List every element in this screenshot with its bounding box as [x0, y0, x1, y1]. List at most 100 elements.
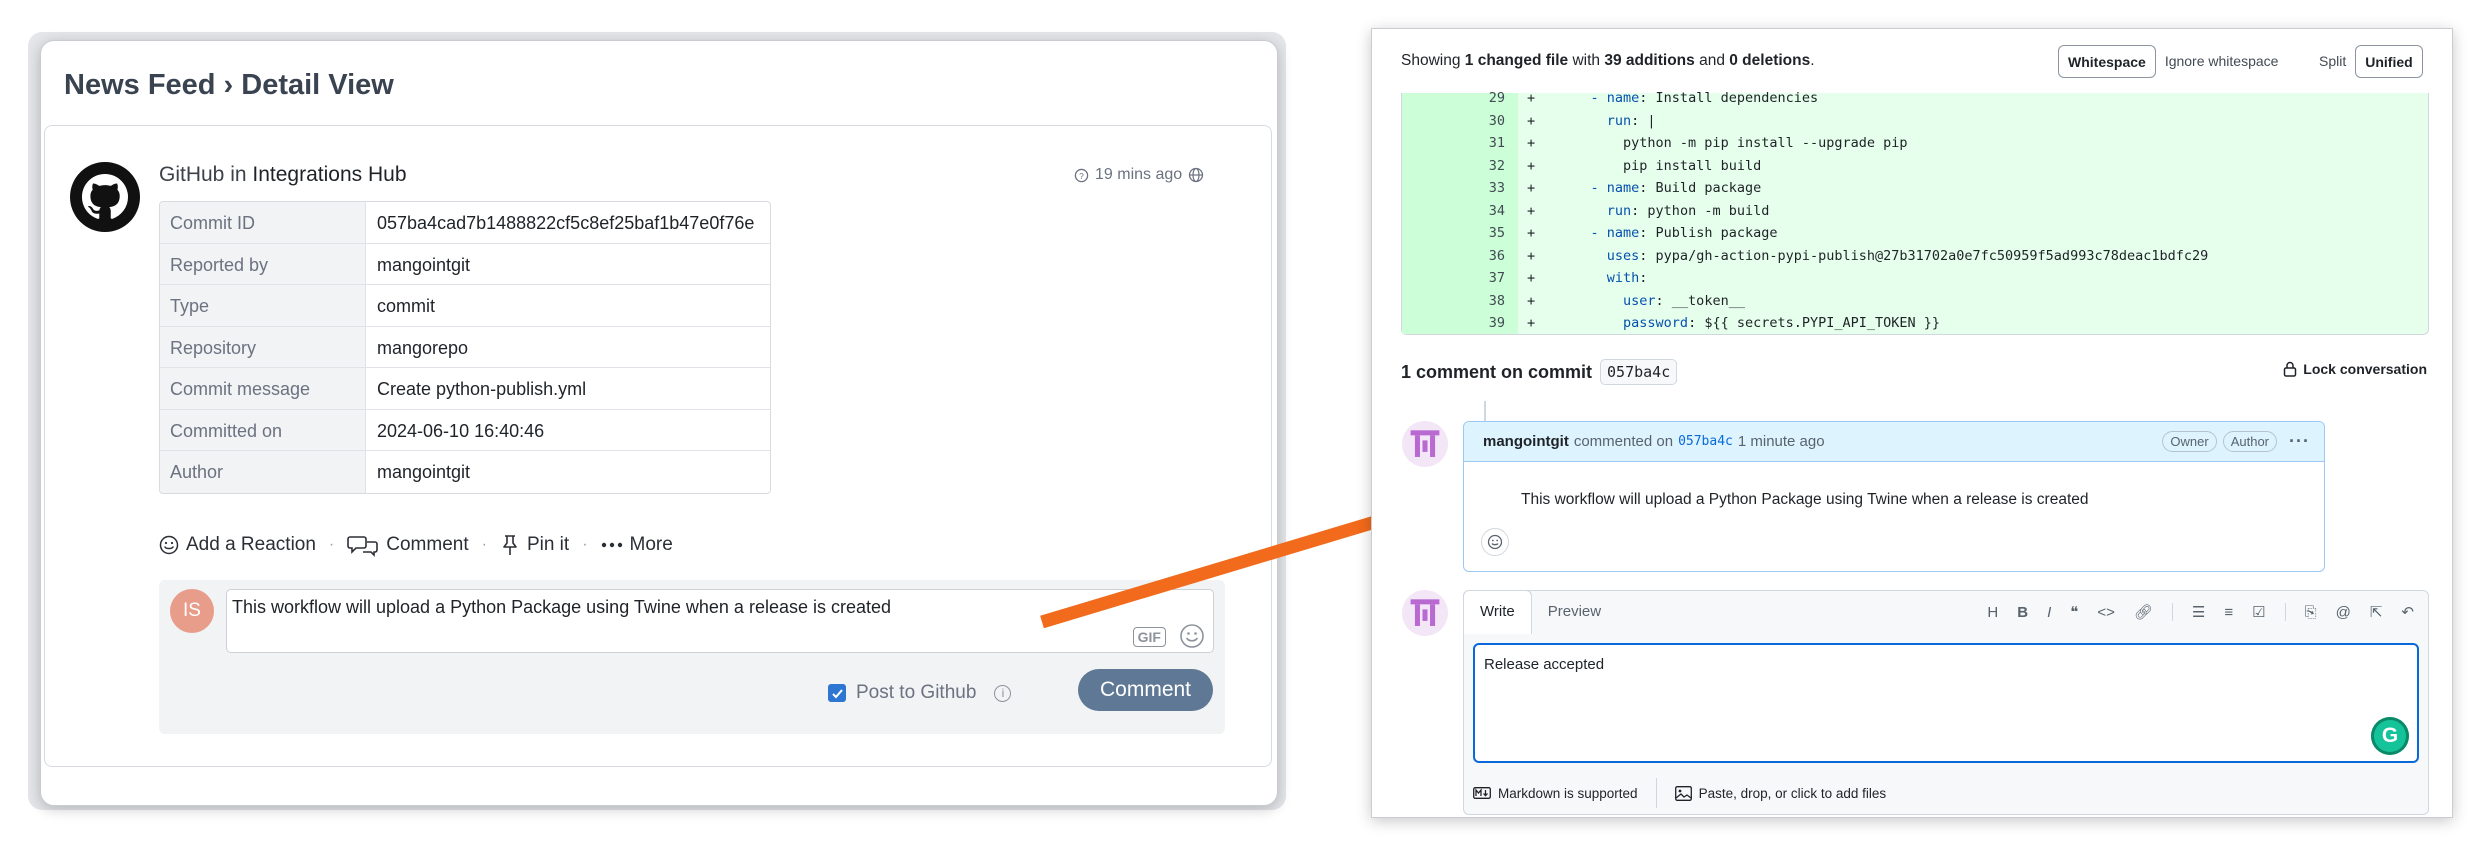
diff-indent: [1558, 180, 1591, 196]
diff-plus-marker: +: [1527, 225, 1536, 242]
composite-screenshot: News Feed › Detail View GitHub in Integr…: [0, 0, 2484, 848]
whitespace-option[interactable]: Whitespace: [2058, 45, 2156, 78]
diff-line: 37 + with:: [1402, 267, 2428, 290]
diff-value: pip install build: [1623, 157, 1762, 174]
owner-badge: Owner: [2162, 431, 2217, 452]
commenter-avatar[interactable]: [1402, 421, 1448, 467]
author-badge: Author: [2222, 431, 2278, 452]
diff-line-number[interactable]: 37: [1402, 270, 1505, 286]
mention-icon[interactable]: @: [2336, 604, 2351, 621]
diff-line: 38 + user: __token__: [1402, 290, 2428, 313]
numbered-list-icon[interactable]: ☰: [2192, 603, 2205, 621]
diff-line: 29 + - name: Install dependencies: [1402, 87, 2428, 110]
summary-text: and: [1694, 52, 1730, 69]
summary-files: 1 changed file: [1464, 52, 1569, 69]
lock-icon: [2284, 361, 2297, 377]
diff-value: : pypa/gh-action-pypi-publish@27b31702a0…: [1639, 247, 2209, 264]
link-icon[interactable]: 🔗︎: [2134, 603, 2153, 621]
toolbar-divider: [2171, 603, 2173, 621]
comment-textarea[interactable]: Release accepted G: [1473, 643, 2419, 763]
kebab-menu-icon[interactable]: ···: [2289, 431, 2310, 452]
footer-divider: [1655, 778, 1657, 808]
bulleted-list-icon[interactable]: ≡: [2224, 604, 2233, 621]
diff-plus-marker: +: [1527, 157, 1536, 174]
diff-plus-marker: +: [1527, 112, 1536, 129]
summary-deletions: 0 deletions: [1729, 52, 1811, 69]
diff-line-number[interactable]: 32: [1402, 158, 1505, 174]
diff-value: : python -m build: [1631, 202, 1770, 219]
comment-sha-link[interactable]: 057ba4c: [1678, 434, 1733, 449]
diff-value: : Build package: [1639, 180, 1762, 197]
diff-keyword: run: [1606, 112, 1632, 129]
add-reaction-icon-button[interactable]: [1481, 528, 1509, 556]
diff-code: run: python -m build: [1532, 202, 1770, 219]
diff-value: :: [1639, 270, 1648, 287]
diff-value: : __token__: [1655, 292, 1745, 309]
diff-line: 35 + - name: Publish package: [1402, 222, 2428, 245]
code-icon[interactable]: <>: [2097, 604, 2115, 621]
summary-additions: 39 additions: [1604, 52, 1695, 69]
commit-sha-chip[interactable]: 057ba4c: [1600, 359, 1678, 385]
diff-line: 34 + run: python -m build: [1402, 200, 2428, 223]
grammarly-icon[interactable]: G: [2371, 717, 2409, 755]
diff-code: password: ${{ secrets.PYPI_API_TOKEN }}: [1532, 315, 1940, 331]
diff-line-number[interactable]: 39: [1402, 315, 1505, 331]
diff-line-number[interactable]: 38: [1402, 293, 1505, 309]
attachment-icon[interactable]: ⎘: [2305, 604, 2317, 621]
image-icon: [1674, 785, 1692, 801]
task-list-icon[interactable]: ☑: [2252, 603, 2265, 621]
italic-icon[interactable]: I: [2047, 604, 2051, 621]
undo-reply-icon[interactable]: ↶: [2401, 603, 2414, 621]
diff-code: run: |: [1532, 113, 1656, 129]
diff-line-number[interactable]: 33: [1402, 180, 1505, 196]
diff-line: 39 + password: ${{ secrets.PYPI_API_TOKEN…: [1402, 312, 2428, 335]
tab-preview[interactable]: Preview: [1532, 591, 1617, 633]
comment-author[interactable]: mangointgit: [1483, 433, 1569, 450]
diff-value: python -m pip install --upgrade pip: [1623, 135, 1908, 152]
diff-value: : ${{ secrets.PYPI_API_TOKEN }}: [1688, 315, 1941, 332]
bold-icon[interactable]: B: [2017, 604, 2028, 621]
diff-plus-marker: +: [1527, 270, 1536, 287]
markdown-icon: [1473, 787, 1491, 799]
attach-files-button[interactable]: Paste, drop, or click to add files: [1674, 785, 1887, 801]
unified-view-option[interactable]: Unified: [2355, 45, 2423, 78]
diff-line-number[interactable]: 34: [1402, 203, 1505, 219]
quote-icon[interactable]: ❝: [2070, 603, 2078, 621]
reference-icon[interactable]: ⇱: [2370, 603, 2383, 621]
editor-footer: Markdown is supported Paste, drop, or cl…: [1473, 778, 1886, 808]
comment-body: This workflow will upload a Python Packa…: [1521, 491, 2089, 508]
diff-line-number[interactable]: 36: [1402, 248, 1505, 264]
diff-line-number[interactable]: 31: [1402, 135, 1505, 151]
comment-textarea-value: Release accepted: [1484, 656, 1605, 673]
diff-line-number[interactable]: 30: [1402, 113, 1505, 129]
diff-indent: [1558, 293, 1623, 309]
diff-line-number[interactable]: 35: [1402, 225, 1505, 241]
diff-value: : |: [1631, 112, 1656, 129]
diff-keyword: - name: [1590, 225, 1640, 242]
attach-files-note: Paste, drop, or click to add files: [1698, 785, 1887, 801]
diff-indent: [1558, 158, 1623, 174]
smiley-icon: [1487, 534, 1503, 550]
ignore-whitespace-option[interactable]: Ignore whitespace: [2156, 45, 2288, 78]
diff-line-number[interactable]: 29: [1402, 90, 1505, 106]
lock-conversation-button[interactable]: Lock conversation: [2283, 361, 2427, 377]
commit-comment: mangointgit commented on 057ba4c 1 minut…: [1463, 421, 2325, 572]
identicon-icon: [1407, 595, 1443, 631]
diff-code: - name: Publish package: [1532, 225, 1778, 242]
heading-icon[interactable]: H: [1987, 604, 1998, 621]
comment-badges: Owner Author ···: [2156, 431, 2310, 452]
diff-indent: [1558, 90, 1591, 106]
diff-code: pip install build: [1532, 158, 1761, 174]
tab-write[interactable]: Write: [1463, 590, 1532, 634]
diff-code: - name: Build package: [1532, 180, 1762, 197]
diff-code: python -m pip install --upgrade pip: [1532, 135, 1908, 152]
diff-plus-marker: +: [1527, 90, 1536, 107]
diff-keyword: - name: [1590, 180, 1640, 197]
markdown-supported-link[interactable]: Markdown is supported: [1473, 786, 1638, 801]
diff-indent: [1558, 248, 1607, 264]
current-user-avatar[interactable]: [1402, 590, 1448, 636]
split-view-option[interactable]: Split: [2310, 45, 2355, 78]
diff-plus-marker: +: [1527, 180, 1536, 197]
diff-value: : Publish package: [1639, 225, 1778, 242]
comment-time[interactable]: 1 minute ago: [1738, 433, 1825, 450]
